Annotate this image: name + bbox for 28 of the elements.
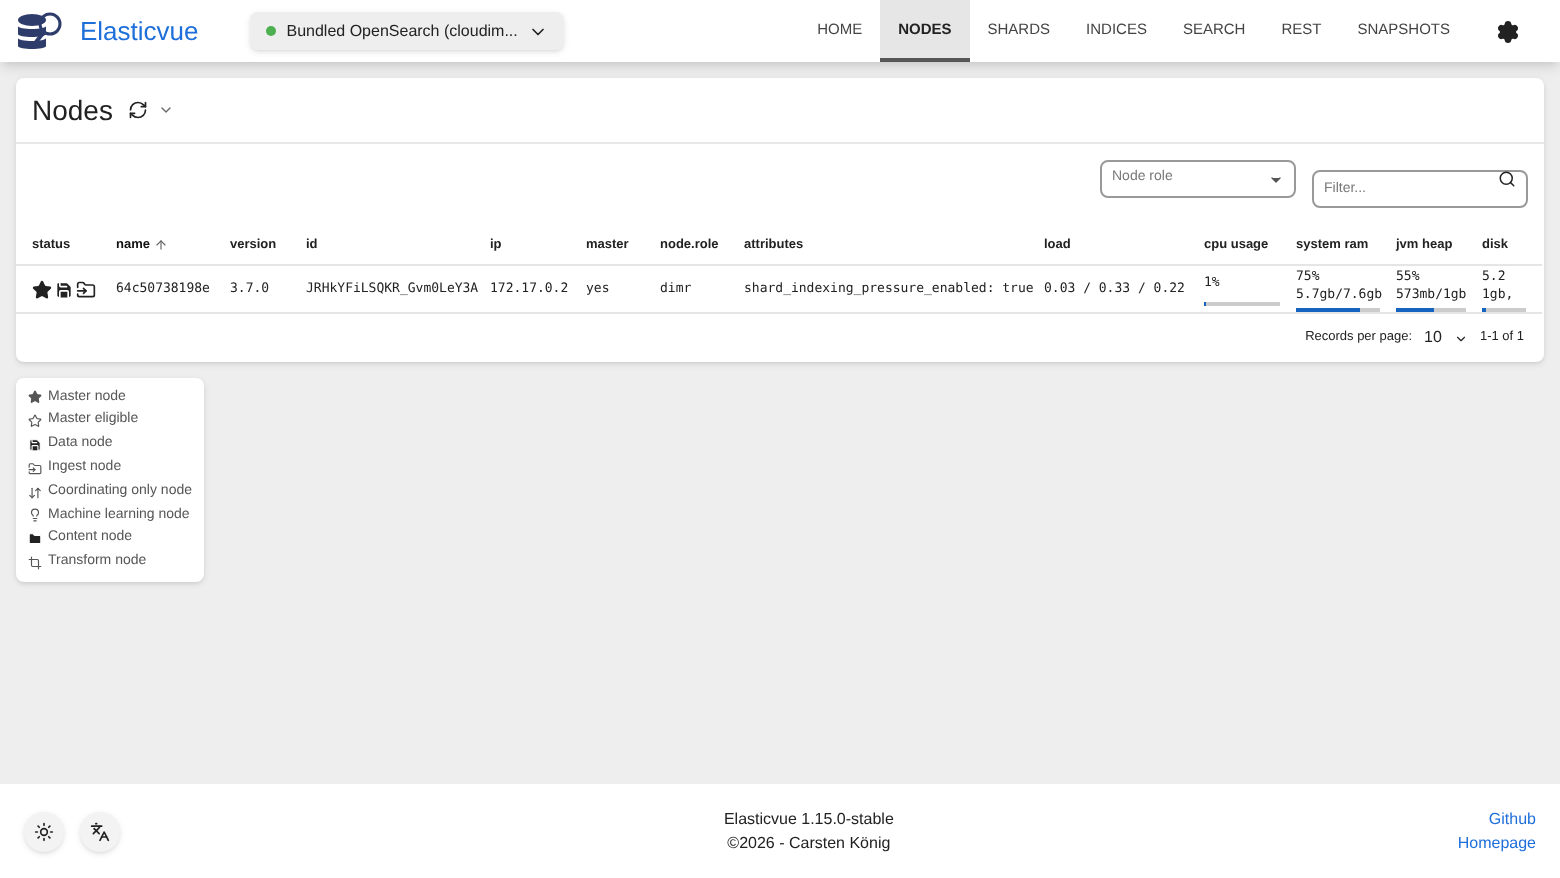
settings-icon[interactable]	[1496, 19, 1520, 43]
arrows-icon	[28, 485, 42, 500]
star-outline-icon	[28, 414, 42, 429]
sort-arrow-icon	[153, 238, 168, 253]
folder-arrow-icon	[28, 461, 42, 476]
caret-icon[interactable]	[158, 102, 175, 118]
per-page-select[interactable]: 10	[1424, 326, 1468, 350]
footer-link[interactable]: Homepage	[1457, 831, 1536, 855]
cluster-selector[interactable]: Bundled OpenSearch (cloudim...	[250, 12, 564, 50]
caret-icon	[1453, 331, 1468, 345]
sun-icon	[34, 821, 54, 841]
language-button[interactable]	[80, 811, 120, 851]
app-name: Elasticvue	[80, 13, 199, 50]
copyright-text: ©2026 - Carsten König	[727, 831, 891, 855]
folder-icon	[28, 532, 42, 547]
star-icon	[32, 279, 52, 299]
version-text: Elasticvue 1.15.0-stable	[723, 807, 894, 831]
lightbulb-icon	[28, 508, 42, 523]
translate-icon	[90, 821, 110, 841]
refresh-icon[interactable]	[128, 100, 149, 120]
search-icon	[1498, 170, 1516, 188]
logo-icon	[16, 9, 64, 53]
theme-toggle-button[interactable]	[24, 811, 64, 851]
footer-link[interactable]: Github	[1488, 807, 1536, 831]
crop-icon	[28, 555, 42, 570]
folder-arrow-icon	[76, 279, 96, 299]
page-title: Nodes	[32, 91, 113, 129]
star-icon	[28, 390, 42, 405]
